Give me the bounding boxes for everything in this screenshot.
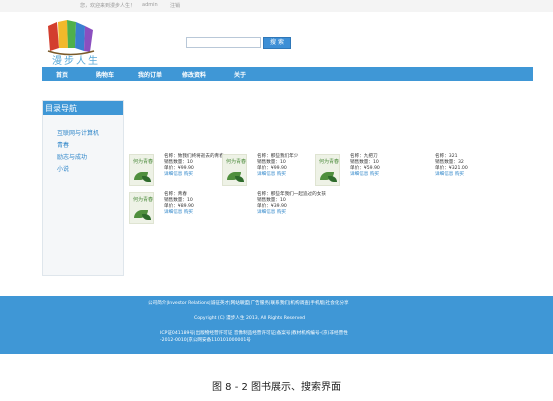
nav-item-home[interactable]: 首页 bbox=[56, 70, 68, 79]
book-card[interactable]: 何为青春 名称：九把刀 销售数量：10 单价：¥59.90 详细信息 购买 bbox=[315, 154, 405, 198]
search-button[interactable]: 搜 索 bbox=[263, 37, 291, 49]
nav-item-orders[interactable]: 我的订单 bbox=[138, 70, 162, 79]
brand-name: 漫步人生 bbox=[52, 56, 100, 67]
book-cover[interactable]: 何为青春 bbox=[129, 192, 154, 224]
sidebar-item-success[interactable]: 励志与成功 bbox=[57, 152, 87, 161]
sidebar-item-internet[interactable]: 互联网与计算机 bbox=[57, 128, 99, 137]
search-input[interactable] bbox=[186, 37, 261, 48]
book-card[interactable]: 名称：321 销售数量：32 单价：¥321.00 详细信息 购买 bbox=[400, 154, 490, 198]
username-link[interactable]: admin bbox=[142, 2, 158, 8]
sidebar-item-youth[interactable]: 青春 bbox=[57, 140, 69, 149]
sidebar-header: 目录导航 bbox=[43, 101, 123, 115]
welcome-text: 您，欢迎来到漫步人生！ bbox=[80, 3, 136, 9]
book-cover[interactable]: 何为青春 bbox=[222, 154, 247, 186]
sidebar-item-novel[interactable]: 小说 bbox=[57, 164, 69, 173]
figure-caption: 图 8 - 2 图书展示、搜索界面 bbox=[211, 382, 342, 393]
footer-links[interactable]: 公司简介|Investor Relations|诚征英才|网站联盟|广告服务|联… bbox=[148, 300, 349, 306]
nav-item-cart[interactable]: 购物车 bbox=[96, 70, 114, 79]
book-info: 名称：那些年我们一起追过的女孩 销售数量：10 单价：¥39.90 详细信息 购… bbox=[257, 192, 326, 216]
footer-copyright: Copyright (C) 漫步人生 2013, All Rights Rese… bbox=[194, 316, 306, 321]
category-sidebar: 目录导航 互联网与计算机 青春 励志与成功 小说 bbox=[42, 100, 124, 276]
sidebar-title: 目录导航 bbox=[45, 104, 77, 113]
nav-item-profile[interactable]: 修改资料 bbox=[182, 70, 206, 79]
book-card[interactable]: 名称：那些年我们一起追过的女孩 销售数量：10 单价：¥39.90 详细信息 购… bbox=[222, 192, 326, 236]
page-footer: 公司简介|Investor Relations|诚征英才|网站联盟|广告服务|联… bbox=[0, 296, 553, 354]
book-cover[interactable]: 何为青春 bbox=[315, 154, 340, 186]
nav-item-about[interactable]: 关于 bbox=[234, 70, 246, 79]
footer-license: ICP证041189号|出版物经营许可证 音像制品经营许可证|备案号|教材机构编… bbox=[160, 331, 348, 336]
footer-record: -2012-0010|京公网安备110101000001号 bbox=[160, 338, 251, 343]
logout-link[interactable]: 注销 bbox=[170, 2, 180, 9]
book-info: 名称：321 销售数量：32 单价：¥321.00 详细信息 购买 bbox=[435, 154, 503, 178]
book-actions[interactable]: 详细信息 购买 bbox=[435, 172, 503, 178]
book-actions[interactable]: 详细信息 购买 bbox=[257, 210, 325, 216]
book-card[interactable]: 何为青春 名称：青春 销售数量：10 单价：¥89.90 详细信息 购买 bbox=[129, 192, 219, 236]
top-bar: 您，欢迎来到漫步人生！ admin 注销 bbox=[0, 0, 553, 12]
main-nav: 首页 购物车 我的订单 修改资料 关于 bbox=[42, 67, 533, 81]
book-cover[interactable]: 何为青春 bbox=[129, 154, 154, 186]
